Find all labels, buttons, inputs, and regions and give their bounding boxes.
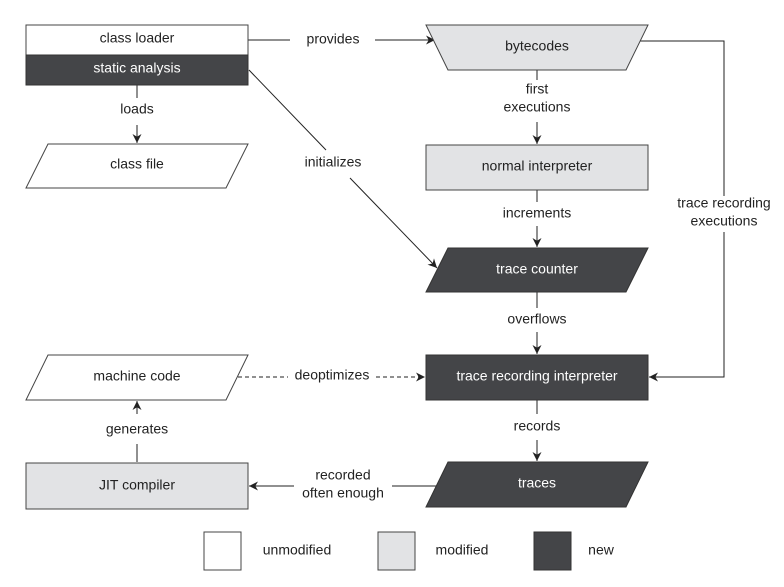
edge-label: often enough [302,485,384,501]
node-label: bytecodes [505,38,569,54]
node-static-analysis: static analysis [25,54,249,86]
edge-first-executions: first executions [504,70,571,144]
node-label: traces [518,475,556,491]
edge-records: records [514,400,561,461]
node-trace-counter: trace counter [425,247,649,293]
node-label: trace recording interpreter [456,368,617,384]
edge-deoptimizes: deoptimizes [238,367,425,383]
node-jit-compiler: JIT compiler [25,462,249,510]
edge-label: initializes [305,154,362,170]
edge-recorded-often-enough: recorded often enough [249,467,436,501]
legend-swatch-modified [377,531,416,571]
edge-label: first [526,81,549,97]
edge-label: records [514,418,561,434]
edge-label: recorded [315,467,370,483]
node-bytecodes: bytecodes [425,24,649,71]
legend-label: unmodified [263,542,332,558]
legend: unmodified modified new [203,531,615,571]
edge-label: deoptimizes [295,367,370,383]
edge-label: loads [120,101,153,117]
edge-increments: increments [503,190,571,247]
legend-swatch-unmodified [203,531,242,571]
edge-label: generates [106,421,168,437]
legend-swatch-new [533,531,572,571]
edge-label: trace recording [677,195,770,211]
edge-loads: loads [120,85,154,143]
node-class-loader: class loader [25,24,249,56]
legend-label: modified [436,542,489,558]
node-machine-code: machine code [25,354,249,401]
node-label: class loader [100,30,175,46]
edge-label: provides [307,31,360,47]
edge-generates: generates [106,401,168,462]
edge-label: executions [504,99,571,115]
edge-provides: provides [248,31,435,47]
node-traces: traces [425,461,649,508]
edge-trace-recording-executions: trace recording executions [640,40,771,382]
edge-label: executions [691,213,758,229]
node-label: normal interpreter [482,158,593,174]
edge-label: overflows [507,311,566,327]
node-label: JIT compiler [99,477,175,493]
node-trace-recording-interpreter: trace recording interpreter [425,354,649,401]
diagram: provides loads initializes first executi… [25,24,771,571]
node-class-file: class file [25,143,249,189]
edge-label: increments [503,205,571,221]
node-label: machine code [93,368,180,384]
node-normal-interpreter: normal interpreter [425,144,649,191]
node-label: class file [110,156,164,172]
edge-initializes: initializes [248,69,438,269]
node-label: trace counter [496,261,578,277]
edge-overflows: overflows [507,292,567,354]
legend-label: new [588,542,615,558]
node-label: static analysis [93,60,180,76]
